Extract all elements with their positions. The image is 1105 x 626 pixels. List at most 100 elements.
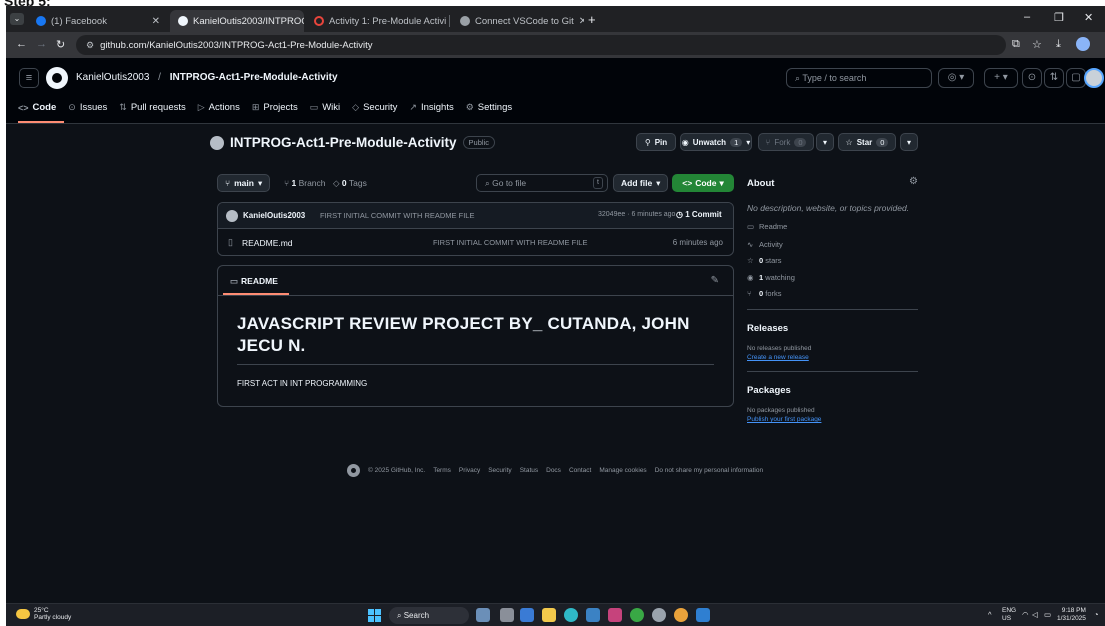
- install-app-icon[interactable]: ⧉: [1012, 38, 1020, 51]
- packages-heading[interactable]: Packages: [747, 385, 791, 396]
- footer-link-security[interactable]: Security: [488, 467, 511, 474]
- fork-dropdown-button[interactable]: ▾: [816, 133, 834, 151]
- windows-start-icon[interactable]: [368, 609, 381, 622]
- taskbar-search[interactable]: ⌕ Search: [389, 607, 469, 624]
- notification-bell-icon[interactable]: ◔: [1094, 610, 1099, 619]
- tab-security[interactable]: ◇ Security: [352, 102, 397, 113]
- pencil-icon[interactable]: ✎: [711, 275, 719, 286]
- footer-link-cookies[interactable]: Manage cookies: [599, 467, 646, 474]
- commit-author[interactable]: KanielOutis2003: [243, 211, 305, 220]
- tab-connect-vscode[interactable]: Connect VSCode to Git ✕: [452, 10, 584, 32]
- activity-link[interactable]: ∿ Activity: [747, 240, 783, 249]
- commit-hash-time[interactable]: 32049ee · 6 minutes ago: [598, 211, 675, 218]
- stars-link[interactable]: ☆ 0 stars: [747, 256, 782, 265]
- pin-button[interactable]: ⚲ Pin: [636, 133, 676, 151]
- tab-pull-requests[interactable]: ⇅ Pull requests: [119, 102, 185, 113]
- tab-search-button[interactable]: ⌄: [10, 13, 24, 25]
- create-new-button[interactable]: + ▾: [984, 68, 1018, 88]
- edge-browser-icon[interactable]: [564, 608, 578, 622]
- create-release-link[interactable]: Create a new release: [747, 354, 809, 361]
- add-file-button[interactable]: Add file ▾: [613, 174, 669, 192]
- readme-link[interactable]: ▭ Readme: [747, 222, 787, 231]
- copilot-app-icon[interactable]: [520, 608, 534, 622]
- menu-icon[interactable]: ≡: [19, 68, 39, 88]
- close-icon[interactable]: ✕: [579, 16, 584, 27]
- footer-link-docs[interactable]: Docs: [546, 467, 561, 474]
- new-tab-button[interactable]: +: [588, 12, 596, 27]
- table-row[interactable]: ▯ README.md FIRST INITIAL COMMIT WITH RE…: [218, 230, 733, 255]
- repo-name[interactable]: INTPROG-Act1-Pre-Module-Activity: [230, 135, 457, 150]
- star-dropdown-button[interactable]: ▾: [900, 133, 918, 151]
- tab-github-repo[interactable]: KanielOutis2003/INTPROG-Act ✕: [170, 10, 304, 32]
- tab-wiki[interactable]: ▭ Wiki: [310, 102, 340, 113]
- branches-link[interactable]: ⑂ 1 Branch: [284, 178, 326, 188]
- bookmark-star-icon[interactable]: ☆: [1032, 38, 1042, 51]
- issues-icon[interactable]: ⊙: [1022, 68, 1042, 88]
- address-bar[interactable]: ⚙ github.com/KanielOutis2003/INTPROG-Act…: [76, 35, 1006, 55]
- file-explorer-icon[interactable]: [542, 608, 556, 622]
- download-icon[interactable]: ⤓: [1056, 38, 1061, 51]
- tab-settings[interactable]: ⚙ Settings: [466, 102, 512, 113]
- copilot-button[interactable]: ◎ ▾: [938, 68, 974, 88]
- window-close-icon[interactable]: ✕: [1084, 11, 1093, 24]
- footer-link-privacy[interactable]: Privacy: [459, 467, 480, 474]
- store-icon[interactable]: [586, 608, 600, 622]
- forward-icon[interactable]: →: [36, 38, 47, 50]
- unwatch-button[interactable]: ◉ Unwatch 1 ▾: [680, 133, 752, 151]
- tab-actions[interactable]: ▷ Actions: [198, 102, 240, 113]
- battery-icon[interactable]: ▭: [1044, 610, 1051, 619]
- task-view-icon[interactable]: [500, 608, 514, 622]
- file-name[interactable]: README.md: [242, 238, 293, 248]
- tags-link[interactable]: ◇ 0 Tags: [333, 178, 367, 189]
- forks-link[interactable]: ⑂ 0 forks: [747, 289, 782, 298]
- breadcrumb-repo[interactable]: INTPROG-Act1-Pre-Module-Activity: [170, 72, 338, 83]
- search-input[interactable]: ⌕ Type / to search: [786, 68, 932, 88]
- photos-app-icon[interactable]: [608, 608, 622, 622]
- code-button[interactable]: <> Code ▾: [672, 174, 734, 192]
- minimize-icon[interactable]: –: [1024, 11, 1030, 23]
- vscode-icon[interactable]: [696, 608, 710, 622]
- footer-link-status[interactable]: Status: [520, 467, 538, 474]
- chrome-browser-icon[interactable]: [674, 608, 688, 622]
- clock[interactable]: 9:18 PM 1/31/2025: [1057, 607, 1086, 623]
- watching-link[interactable]: ◉ 1 watching: [747, 273, 795, 282]
- back-icon[interactable]: ←: [16, 38, 27, 50]
- footer-link-privacy-choice[interactable]: Do not share my personal information: [655, 467, 763, 474]
- language-indicator[interactable]: ENG US: [1002, 607, 1016, 623]
- commit-message[interactable]: FIRST INITIAL COMMIT WITH README FILE: [320, 211, 474, 220]
- footer-link-contact[interactable]: Contact: [569, 467, 591, 474]
- tab-projects[interactable]: ⊞ Projects: [252, 102, 298, 113]
- reload-icon[interactable]: ↻: [56, 38, 65, 51]
- wifi-icon[interactable]: ◠: [1022, 610, 1029, 619]
- branch-select[interactable]: ⑂ main ▾: [217, 174, 271, 192]
- inbox-icon[interactable]: ▢: [1066, 68, 1086, 88]
- chevron-up-icon[interactable]: ^: [988, 610, 992, 619]
- gear-icon[interactable]: ⚙: [909, 176, 918, 187]
- tab-activity[interactable]: Activity 1: Pre-Module Activity ✕: [306, 10, 446, 32]
- releases-heading[interactable]: Releases: [747, 323, 788, 334]
- file-commit-message[interactable]: FIRST INITIAL COMMIT WITH README FILE: [433, 238, 587, 247]
- github-logo-icon[interactable]: [46, 67, 68, 89]
- close-icon[interactable]: ✕: [152, 16, 160, 27]
- readme-tab[interactable]: ▭ README: [230, 276, 278, 287]
- settings-app-icon[interactable]: [652, 608, 666, 622]
- footer-link-terms[interactable]: Terms: [433, 467, 451, 474]
- pull-requests-icon[interactable]: ⇅: [1044, 68, 1064, 88]
- volume-icon[interactable]: ◁: [1032, 610, 1038, 619]
- user-avatar[interactable]: [1084, 68, 1104, 88]
- breadcrumb-owner[interactable]: KanielOutis2003: [76, 72, 149, 83]
- go-to-file-input[interactable]: ⌕ Go to file t: [476, 174, 608, 192]
- site-info-icon[interactable]: ⚙: [86, 40, 94, 51]
- commits-link[interactable]: ◷ 1 Commit: [676, 210, 722, 219]
- widgets-app-icon[interactable]: [476, 608, 490, 622]
- tab-issues[interactable]: ⊙ Issues: [68, 102, 107, 113]
- fork-button[interactable]: ⑂ Fork 0: [758, 133, 814, 151]
- tab-facebook[interactable]: (1) Facebook ✕: [28, 10, 168, 32]
- tab-code[interactable]: <> Code: [18, 102, 56, 113]
- star-button[interactable]: ☆ Star 0: [838, 133, 896, 151]
- restore-icon[interactable]: ❐: [1054, 11, 1064, 24]
- weather-widget[interactable]: 25°C Partly cloudy: [16, 607, 71, 621]
- tab-insights[interactable]: ↗ Insights: [409, 102, 453, 113]
- github-logo-icon[interactable]: [347, 464, 360, 477]
- publish-package-link[interactable]: Publish your first package: [747, 416, 821, 423]
